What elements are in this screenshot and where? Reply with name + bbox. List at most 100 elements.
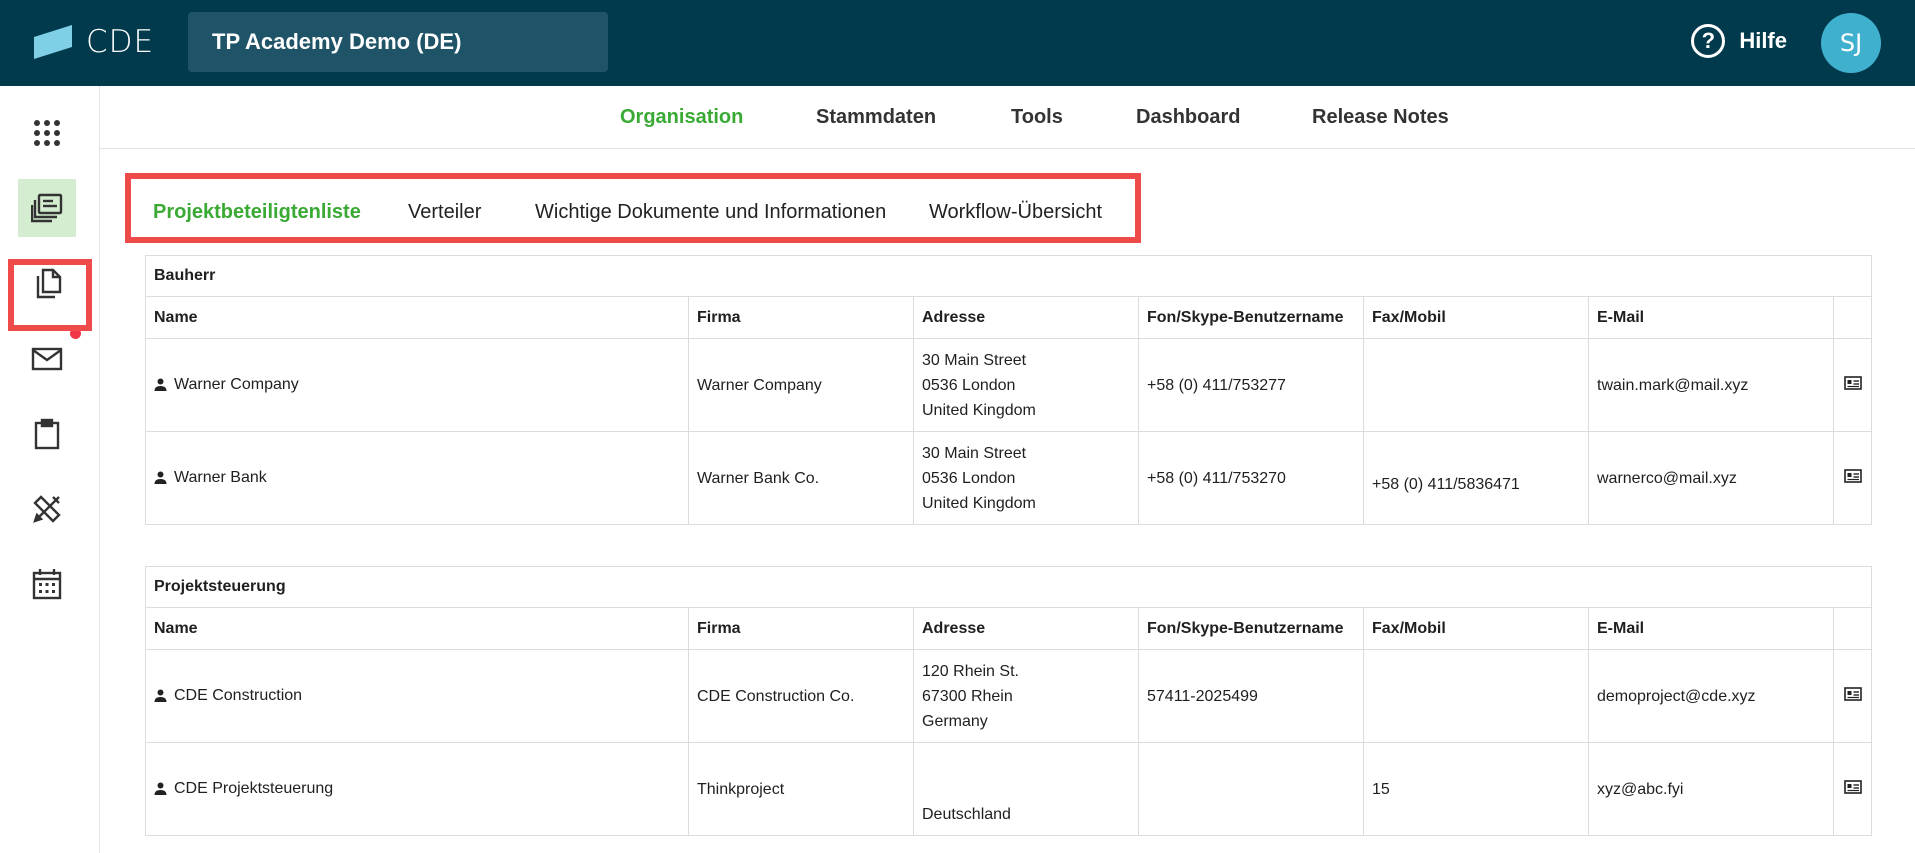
nav-release-notes[interactable]: Release Notes bbox=[1312, 106, 1449, 129]
column-header-email: E-Mail bbox=[1588, 607, 1834, 650]
app-logo[interactable]: CDE bbox=[34, 24, 154, 60]
address-cell: 120 Rhein St. 67300 Rhein Germany bbox=[913, 649, 1139, 743]
name-cell: CDE Projektsteuerung bbox=[145, 742, 689, 836]
person-icon bbox=[154, 378, 167, 391]
person-icon bbox=[154, 689, 167, 702]
address-line: Germany bbox=[922, 712, 988, 730]
top-bar: CDE TP Academy Demo (DE) ? Hilfe SJ bbox=[0, 0, 1915, 86]
email-cell[interactable]: twain.mark@mail.xyz bbox=[1588, 338, 1834, 432]
contact-card-cell[interactable] bbox=[1832, 742, 1873, 836]
contact-card-icon[interactable] bbox=[1843, 375, 1862, 390]
address-line: 30 Main Street bbox=[922, 351, 1027, 369]
fon-cell: +58 (0) 411/753277 bbox=[1138, 338, 1364, 432]
contact-name[interactable]: CDE Construction bbox=[174, 683, 302, 708]
logo-mark-icon bbox=[34, 25, 72, 59]
firma-cell: Thinkproject bbox=[688, 742, 914, 836]
table-row[interactable]: Warner Company Warner Company 30 Main St… bbox=[145, 338, 1873, 432]
address-cell: 30 Main Street 0536 London United Kingdo… bbox=[913, 431, 1139, 525]
nav-dashboard[interactable]: Dashboard bbox=[1136, 106, 1240, 129]
name-cell: CDE Construction bbox=[145, 649, 689, 743]
address-line: 120 Rhein St. bbox=[922, 662, 1019, 680]
project-selector[interactable]: TP Academy Demo (DE) bbox=[188, 12, 608, 72]
contact-name[interactable]: CDE Projektsteuerung bbox=[174, 776, 333, 801]
participants-table-bauherr: Bauherr Name Firma Adresse Fon/Skype-Ben… bbox=[144, 255, 1873, 525]
table-row[interactable]: CDE Projektsteuerung Thinkproject Deutsc… bbox=[145, 742, 1873, 836]
address-line: 0536 London bbox=[922, 469, 1016, 487]
fax-cell bbox=[1363, 649, 1589, 743]
table-row[interactable]: Warner Bank Warner Bank Co. 30 Main Stre… bbox=[145, 431, 1873, 525]
column-header-name: Name bbox=[145, 296, 689, 339]
contact-name[interactable]: Warner Bank bbox=[174, 465, 267, 490]
address-line: United Kingdom bbox=[922, 401, 1036, 419]
contact-name[interactable]: Warner Company bbox=[174, 372, 299, 397]
clipboard-icon bbox=[34, 418, 60, 450]
fon-cell: +58 (0) 411/753270 bbox=[1138, 431, 1364, 525]
calendar-icon bbox=[32, 569, 62, 600]
subtab-bar: Projektbeteiligtenliste Verteiler Wichti… bbox=[125, 173, 1141, 243]
tab-verteiler[interactable]: Verteiler bbox=[408, 201, 481, 224]
email-cell[interactable]: warnerco@mail.xyz bbox=[1588, 431, 1834, 525]
contact-card-icon[interactable] bbox=[1843, 779, 1862, 794]
column-header-name: Name bbox=[145, 607, 689, 650]
name-cell: Warner Bank bbox=[145, 431, 689, 525]
fax-cell: +58 (0) 411/5836471 bbox=[1363, 431, 1589, 525]
fax-cell: 15 bbox=[1363, 742, 1589, 836]
contact-card-icon[interactable] bbox=[1843, 468, 1862, 483]
address-line: 67300 Rhein bbox=[922, 687, 1013, 705]
address-cell: Deutschland bbox=[913, 742, 1139, 836]
mail-icon bbox=[31, 347, 63, 371]
column-header-fax: Fax/Mobil bbox=[1363, 607, 1589, 650]
sidebar-highlight-box bbox=[8, 259, 92, 331]
sidebar-item-tools[interactable] bbox=[18, 480, 76, 538]
sidebar-item-clipboard[interactable] bbox=[18, 405, 76, 463]
firma-cell: Warner Bank Co. bbox=[688, 431, 914, 525]
column-header-fon: Fon/Skype-Benutzername bbox=[1138, 607, 1364, 650]
email-cell[interactable]: xyz@abc.fyi bbox=[1588, 742, 1834, 836]
column-header-fon: Fon/Skype-Benutzername bbox=[1138, 296, 1364, 339]
logo-text: CDE bbox=[86, 24, 155, 60]
table-row[interactable]: CDE Construction CDE Construction Co. 12… bbox=[145, 649, 1873, 743]
help-button[interactable]: ? Hilfe bbox=[1691, 24, 1787, 58]
column-header-actions bbox=[1832, 607, 1873, 650]
contact-card-cell[interactable] bbox=[1832, 649, 1873, 743]
column-header-firma: Firma bbox=[688, 296, 914, 339]
nav-stammdaten[interactable]: Stammdaten bbox=[816, 106, 936, 129]
contact-card-cell[interactable] bbox=[1832, 431, 1873, 525]
help-icon: ? bbox=[1691, 24, 1726, 58]
column-header-adresse: Adresse bbox=[913, 296, 1139, 339]
sidebar-item-project-list[interactable] bbox=[18, 179, 76, 237]
participants-table-projektsteuerung: Projektsteuerung Name Firma Adresse Fon/… bbox=[144, 566, 1873, 836]
column-header-actions bbox=[1832, 296, 1873, 339]
help-label: Hilfe bbox=[1739, 28, 1787, 53]
address-line: 30 Main Street bbox=[922, 444, 1027, 462]
project-list-icon bbox=[31, 193, 63, 223]
nav-organisation[interactable]: Organisation bbox=[620, 106, 743, 129]
firma-cell: Warner Company bbox=[688, 338, 914, 432]
contact-card-icon[interactable] bbox=[1843, 686, 1862, 701]
main-nav: Organisation Stammdaten Tools Dashboard … bbox=[100, 86, 1915, 149]
address-cell: 30 Main Street 0536 London United Kingdo… bbox=[913, 338, 1139, 432]
tab-wichtige-dokumente[interactable]: Wichtige Dokumente und Informationen bbox=[535, 201, 886, 224]
apps-grid-icon bbox=[34, 120, 60, 146]
contact-card-cell[interactable] bbox=[1832, 338, 1873, 432]
column-header-email: E-Mail bbox=[1588, 296, 1834, 339]
fon-cell bbox=[1138, 742, 1364, 836]
address-line: United Kingdom bbox=[922, 494, 1036, 512]
tools-icon bbox=[33, 495, 61, 523]
sidebar-item-calendar[interactable] bbox=[18, 555, 76, 613]
nav-tools[interactable]: Tools bbox=[1011, 106, 1063, 129]
column-header-adresse: Adresse bbox=[913, 607, 1139, 650]
firma-cell: CDE Construction Co. bbox=[688, 649, 914, 743]
group-title: Bauherr bbox=[144, 255, 1873, 297]
email-cell[interactable]: demoproject@cde.xyz bbox=[1588, 649, 1834, 743]
sidebar-item-apps[interactable] bbox=[18, 104, 76, 162]
tab-workflow-uebersicht[interactable]: Workflow-Übersicht bbox=[929, 201, 1102, 224]
column-header-fax: Fax/Mobil bbox=[1363, 296, 1589, 339]
column-header-firma: Firma bbox=[688, 607, 914, 650]
sidebar-item-mail[interactable] bbox=[18, 330, 76, 388]
person-icon bbox=[154, 471, 167, 484]
fax-cell bbox=[1363, 338, 1589, 432]
name-cell: Warner Company bbox=[145, 338, 689, 432]
tab-projektbeteiligtenliste[interactable]: Projektbeteiligtenliste bbox=[153, 201, 361, 224]
avatar[interactable]: SJ bbox=[1821, 13, 1881, 73]
